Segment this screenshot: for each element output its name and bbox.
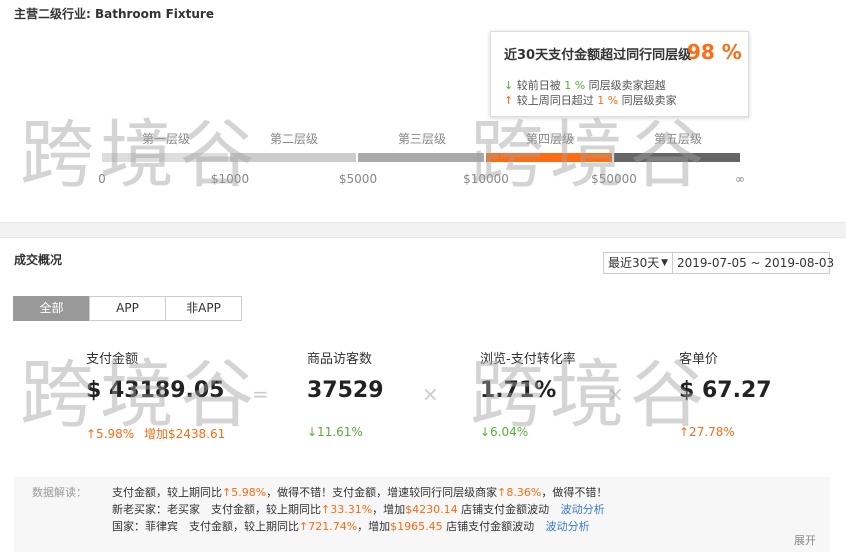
metric-value-avg-order: $ 67.27: [679, 378, 772, 403]
rank-tooltip: 近30天支付金额超过同行同层级 98 % ↓ 较前日被 1 % 同层级卖家超越 …: [490, 31, 749, 117]
fluctuation-analysis-link[interactable]: 波动分析: [546, 520, 590, 533]
multiply-icon: ×: [422, 382, 439, 406]
interpretation-line-3: 国家：菲律宾 支付金额，较上期同比↑721.74%，增加$1965.45 店铺支…: [112, 520, 590, 533]
metric-change-avg-order: ↑27.78%: [679, 425, 735, 439]
section-title: 成交概况: [14, 253, 63, 267]
data-interpretation-panel: 数据解读： 支付金额，较上期同比↑5.98%，做得不错！支付金额，增速较同行同层…: [14, 477, 830, 552]
tooltip-row-day: ↓ 较前日被 1 % 同层级卖家超越: [504, 79, 666, 92]
interpretation-line-2: 新老买家：老买家 支付金额，较上期同比↑33.31%，增加$4230.14 店铺…: [112, 503, 605, 516]
metric-value-visitors: 37529: [307, 378, 384, 403]
tab-app[interactable]: APP: [89, 296, 166, 321]
tooltip-row-week: ↑ 较上周同日超过 1 % 同层级卖家: [504, 94, 677, 107]
tab-non-app[interactable]: 非APP: [165, 296, 242, 321]
industry-title: 主营二级行业: Bathroom Fixture: [14, 7, 214, 21]
industry-rank-panel: 主营二级行业: Bathroom Fixture 第一层级 第二层级 第三层级 …: [0, 0, 846, 222]
tier-bar-3: [358, 153, 484, 162]
tier-label-3: 第三层级: [397, 132, 446, 146]
metric-label-conversion: 浏览-支付转化率: [480, 352, 576, 367]
tier-bar-5: [614, 153, 740, 162]
metric-change-payment: ↑5.98% 增加$2438.61: [86, 427, 226, 441]
equals-icon: =: [252, 382, 269, 406]
tier-label-2: 第二层级: [269, 132, 318, 146]
section-divider: [0, 222, 846, 238]
tier-label-4: 第四层级: [525, 132, 574, 146]
caret-down-icon: ▼: [661, 258, 668, 268]
metric-change-conversion: ↓6.04%: [480, 425, 529, 439]
tick-0: 0: [98, 172, 106, 186]
tier-label-1: 第一层级: [141, 132, 190, 146]
metric-label-visitors: 商品访客数: [307, 352, 373, 367]
arrow-up-icon: ↑: [504, 94, 514, 107]
metric-extra-payment: 增加$2438.61: [144, 427, 226, 441]
fluctuation-analysis-link[interactable]: 波动分析: [561, 503, 605, 516]
metric-value-conversion: 1.71%: [480, 378, 557, 403]
tooltip-percent: 98 %: [687, 40, 742, 64]
tooltip-day-value: 1 %: [564, 79, 586, 92]
tooltip-headline: 近30天支付金额超过同行同层级: [504, 48, 692, 63]
metric-change-visitors: ↓11.61%: [307, 425, 363, 439]
interpretation-line-1: 支付金额，较上期同比↑5.98%，做得不错！支付金额，增速较同行同层级商家↑8.…: [112, 486, 608, 499]
channel-tabs: 全部 APP 非APP: [13, 296, 242, 321]
tick-infinity: ∞: [735, 172, 745, 186]
tooltip-week-value: 1 %: [597, 94, 619, 107]
date-range-select[interactable]: 最近30天 ▼: [603, 252, 673, 274]
tier-bar-2: [230, 153, 356, 162]
interpretation-label: 数据解读：: [32, 486, 87, 499]
metric-label-avg-order: 客单价: [679, 352, 719, 367]
metric-value-payment: $ 43189.05: [86, 378, 225, 403]
arrow-down-icon: ↓: [504, 79, 514, 92]
tier-label-5: 第五层级: [653, 132, 702, 146]
metric-label-payment: 支付金额: [86, 352, 139, 367]
tier-bar-1: [102, 153, 228, 162]
tier-bar-4-current: [486, 153, 612, 162]
date-range-display[interactable]: 2019-07-05 ~ 2019-08-03: [673, 252, 834, 274]
multiply-icon: ×: [607, 382, 624, 406]
tick-50000: $50000: [591, 172, 637, 186]
expand-link[interactable]: 展开: [794, 532, 816, 548]
tick-1000: $1000: [210, 172, 250, 186]
tab-all[interactable]: 全部: [13, 296, 90, 321]
tick-10000: $10000: [463, 172, 509, 186]
tick-5000: $5000: [338, 172, 378, 186]
